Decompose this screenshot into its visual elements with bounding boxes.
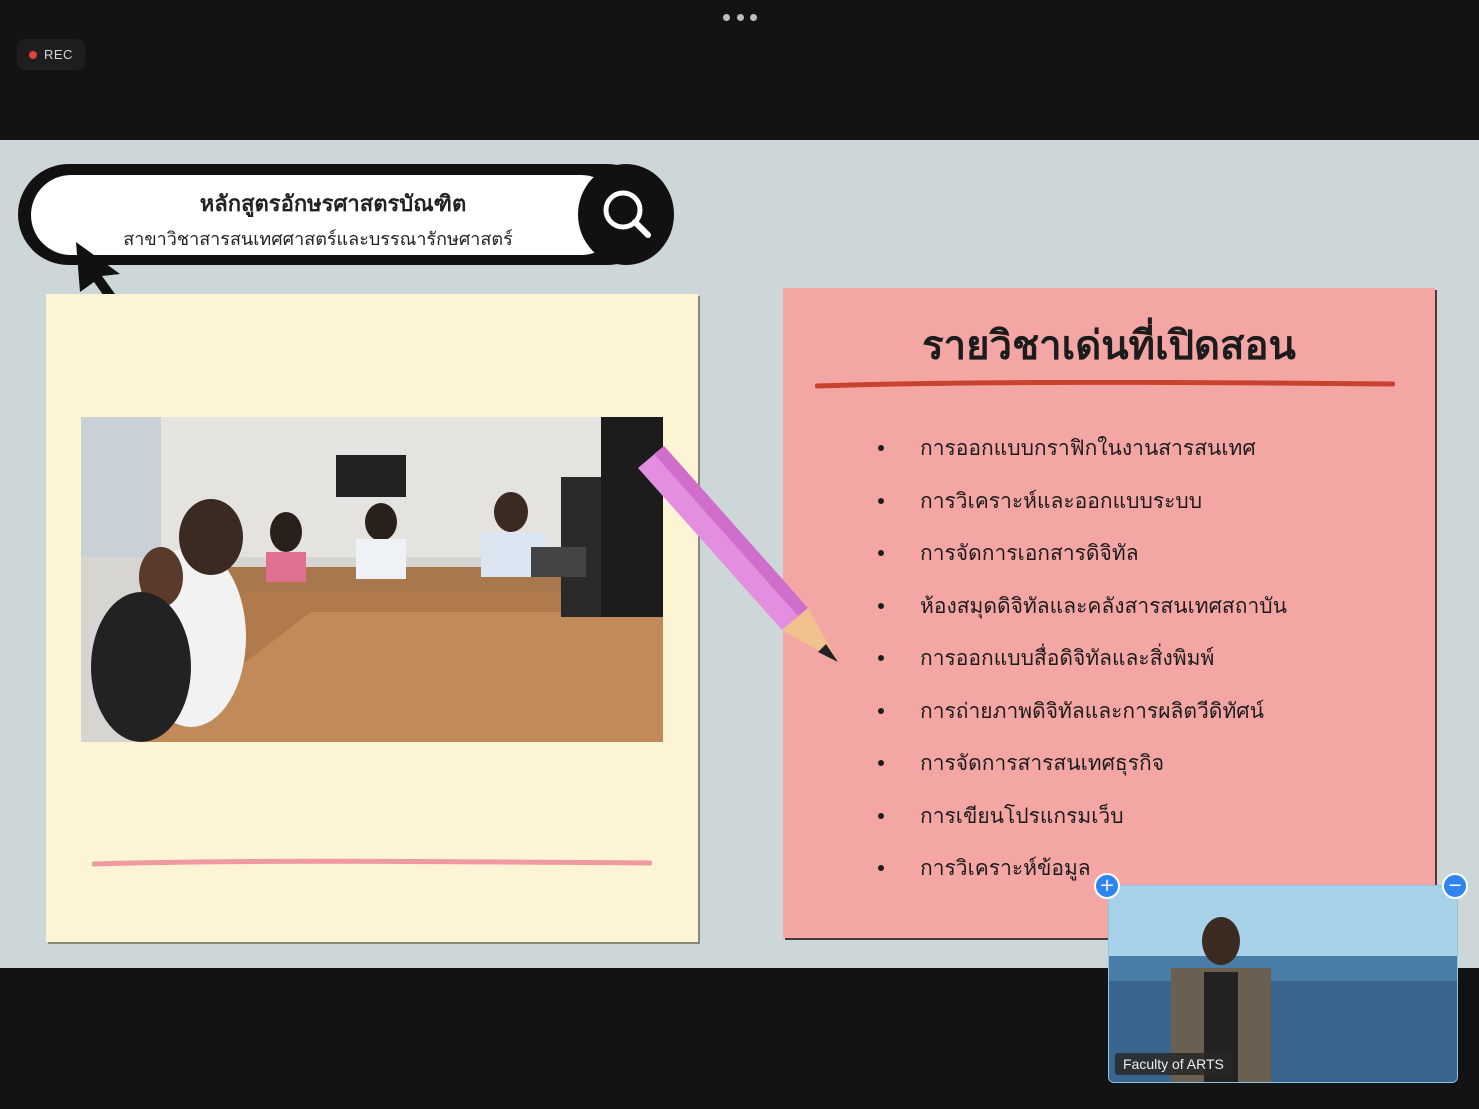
pink-note-card: รายวิชาเด่นที่เปิดสอน การออกแบบกราฟิกในง… (783, 288, 1435, 938)
dot (736, 13, 744, 21)
more-options-icon[interactable] (723, 12, 757, 22)
plus-icon[interactable]: + (1094, 873, 1120, 899)
recording-indicator: REC (17, 39, 85, 70)
course-item: การเขียนโปรแกรมเว็บ (878, 796, 1287, 849)
course-item: การออกแบบสื่อดิจิทัลและสิ่งพิมพ์ (878, 638, 1287, 691)
participant-video-tile[interactable]: Faculty of ARTS (1108, 885, 1458, 1083)
minus-icon[interactable]: − (1442, 873, 1468, 899)
course-item: การวิเคราะห์และออกแบบระบบ (878, 481, 1287, 534)
participant-name: Faculty of ARTS (1115, 1053, 1232, 1075)
courses-title: รายวิชาเด่นที่เปิดสอน (922, 323, 1296, 369)
course-list: การออกแบบกราฟิกในงานสารสนเทศ การวิเคราะห… (878, 428, 1287, 901)
yellow-underline (92, 858, 652, 867)
program-subtitle: สาขาวิชาสารสนเทศศาสตร์และบรรณารักษศาสตร์ (123, 229, 513, 250)
shared-slide: หลักสูตรอักษรศาสตรบัณฑิต สาขาวิชาสารสนเท… (0, 140, 1479, 968)
dot (723, 13, 730, 21)
program-title: หลักสูตรอักษรศาสตรบัณฑิต (199, 192, 467, 217)
course-item: การจัดการสารสนเทศธุรกิจ (878, 743, 1287, 796)
title-underline (815, 380, 1395, 389)
course-item: การถ่ายภาพดิจิทัลและการผลิตวีดิทัศน์ (878, 691, 1287, 744)
course-item: การจัดการเอกสารดิจิทัล (878, 533, 1287, 586)
course-item: ห้องสมุดดิจิทัลและคลังสารสนเทศสถาบัน (878, 586, 1287, 639)
course-item: การออกแบบกราฟิกในงานสารสนเทศ (878, 428, 1287, 481)
dot (750, 13, 757, 21)
search-icon (578, 164, 674, 265)
rec-label: REC (44, 47, 73, 62)
record-dot-icon (29, 50, 37, 59)
classroom-photo (81, 417, 663, 742)
pencil-icon (638, 446, 838, 662)
